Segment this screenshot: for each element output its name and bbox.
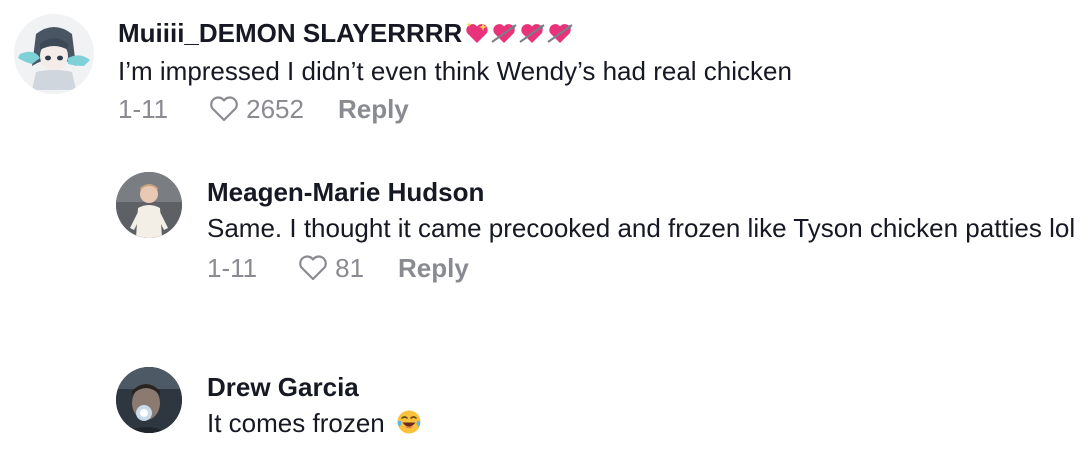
comment-meta: 1-11 81 Reply bbox=[207, 251, 1077, 285]
reply-button[interactable]: Reply bbox=[338, 92, 409, 126]
comment-text: It comes frozen bbox=[207, 404, 1077, 442]
sparkling-heart-icon bbox=[466, 22, 488, 43]
comment-author-name[interactable]: Drew Garcia bbox=[207, 370, 1077, 404]
heart-outline-icon[interactable] bbox=[297, 254, 329, 282]
comment-item: Drew Garcia It comes frozen bbox=[0, 360, 1088, 450]
like-count: 81 bbox=[335, 253, 365, 283]
heart-with-arrow-icon bbox=[547, 24, 573, 43]
like-button[interactable]: 2652 bbox=[208, 92, 304, 126]
man-photo-avatar-image bbox=[116, 367, 182, 433]
anime-avatar-image bbox=[14, 14, 94, 94]
avatar[interactable] bbox=[116, 367, 182, 433]
child-photo-avatar-image bbox=[116, 172, 182, 238]
reply-button[interactable]: Reply bbox=[398, 251, 469, 285]
avatar[interactable] bbox=[116, 172, 182, 238]
heart-with-arrow-icon bbox=[519, 24, 545, 43]
comment-text: Same. I thought it came precooked and fr… bbox=[207, 213, 1076, 243]
avatar[interactable] bbox=[14, 14, 94, 94]
author-emoji-badges bbox=[464, 20, 574, 46]
like-count: 2652 bbox=[246, 94, 304, 124]
comment-date: 1-11 bbox=[207, 253, 258, 283]
comment-author-name[interactable]: Meagen-Marie Hudson bbox=[207, 175, 1077, 209]
like-button[interactable]: 81 bbox=[297, 251, 364, 285]
comment-text-content: It comes frozen bbox=[207, 408, 385, 438]
comment-date: 1-11 bbox=[118, 94, 169, 124]
comment-text: I’m impressed I didn’t even think Wendy’… bbox=[118, 56, 792, 86]
comment-meta: 1-11 2652 Reply bbox=[118, 92, 1078, 126]
heart-with-arrow-icon bbox=[491, 24, 517, 43]
comment-item: Meagen-Marie Hudson Same. I thought it c… bbox=[0, 165, 1088, 335]
heart-outline-icon[interactable] bbox=[208, 95, 240, 123]
comment-author[interactable]: Muiiii_DEMON SLAYERRRR bbox=[118, 16, 1078, 50]
comment-author-name[interactable]: Muiiii_DEMON SLAYERRRR bbox=[118, 16, 462, 50]
face-with-tears-of-joy-icon bbox=[397, 410, 421, 434]
comment-item: Muiiii_DEMON SLAYERRRR I’m impressed I d… bbox=[0, 0, 1088, 150]
